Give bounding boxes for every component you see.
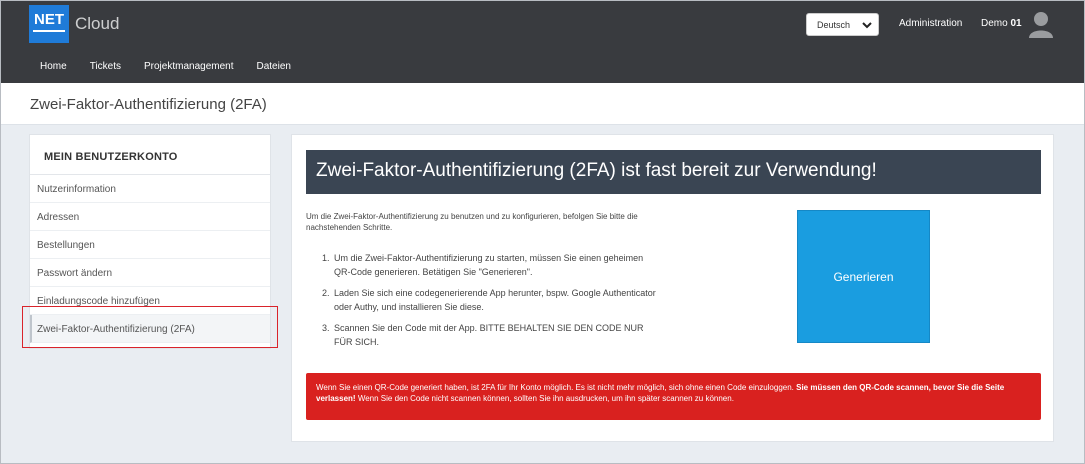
user-number: 01: [1010, 18, 1022, 29]
logo[interactable]: NET Cloud: [29, 5, 149, 43]
intro-text: Um die Zwei-Faktor-Authentifizierung zu …: [306, 212, 638, 232]
administration-link[interactable]: Administration: [899, 18, 962, 29]
sidebar-item-passwort-aendern[interactable]: Passwort ändern: [30, 259, 270, 287]
chevron-down-icon: [862, 20, 872, 30]
sidebar-item-nutzerinformation[interactable]: Nutzerinformation: [30, 175, 270, 203]
sidebar-item-einladungscode[interactable]: Einladungscode hinzufügen: [30, 287, 270, 315]
avatar-icon[interactable]: [1028, 10, 1054, 38]
nav-item-dateien[interactable]: Dateien: [257, 61, 291, 72]
warning-text: Wenn Sie einen QR-Code generiert haben, …: [316, 383, 797, 392]
main-heading: Zwei-Faktor-Authentifizierung (2FA) ist …: [306, 150, 1041, 194]
nav-item-tickets[interactable]: Tickets: [90, 61, 121, 72]
sidebar-item-bestellungen[interactable]: Bestellungen: [30, 231, 270, 259]
warning-text-end: Wenn Sie den Code nicht scannen können, …: [355, 394, 734, 403]
step-number: 3.: [322, 323, 330, 333]
logo-mark: NET: [29, 5, 69, 43]
generate-button[interactable]: Generieren: [797, 210, 930, 343]
user-name: Demo: [981, 18, 1008, 29]
language-select[interactable]: Deutsch: [806, 13, 879, 36]
main-nav: Home Tickets Projektmanagement Dateien: [29, 61, 314, 72]
sidebar-item-adressen[interactable]: Adressen: [30, 203, 270, 231]
list-item: 3. Scannen Sie den Code mit der App. BIT…: [322, 321, 662, 349]
account-sidebar: MEIN BENUTZERKONTO Nutzerinformation Adr…: [29, 134, 271, 349]
page-title: Zwei-Faktor-Authentifizierung (2FA): [30, 96, 267, 113]
step-number: 2.: [322, 288, 330, 298]
list-item: 2. Laden Sie sich eine codegenerierende …: [322, 286, 662, 314]
step-text: Um die Zwei-Faktor-Authentifizierung zu …: [334, 253, 644, 277]
user-menu[interactable]: Demo 01: [981, 18, 1022, 29]
step-text: Laden Sie sich eine codegenerierende App…: [334, 288, 656, 312]
main-panel: Zwei-Faktor-Authentifizierung (2FA) ist …: [291, 134, 1054, 442]
step-number: 1.: [322, 253, 330, 263]
title-bar: Zwei-Faktor-Authentifizierung (2FA): [1, 83, 1084, 125]
steps-list: 1. Um die Zwei-Faktor-Authentifizierung …: [322, 251, 662, 356]
sidebar-item-2fa[interactable]: Zwei-Faktor-Authentifizierung (2FA): [30, 315, 270, 343]
sidebar-heading: MEIN BENUTZERKONTO: [30, 135, 270, 175]
step-text: Scannen Sie den Code mit der App. BITTE …: [334, 323, 644, 347]
list-item: 1. Um die Zwei-Faktor-Authentifizierung …: [322, 251, 662, 279]
nav-item-home[interactable]: Home: [40, 61, 67, 72]
top-bar: NET Cloud Deutsch Administration Demo 01…: [1, 1, 1084, 83]
logo-text: Cloud: [75, 14, 120, 33]
nav-item-projektmanagement[interactable]: Projektmanagement: [144, 61, 234, 72]
language-value: Deutsch: [817, 19, 851, 30]
warning-alert: Wenn Sie einen QR-Code generiert haben, …: [306, 373, 1041, 420]
